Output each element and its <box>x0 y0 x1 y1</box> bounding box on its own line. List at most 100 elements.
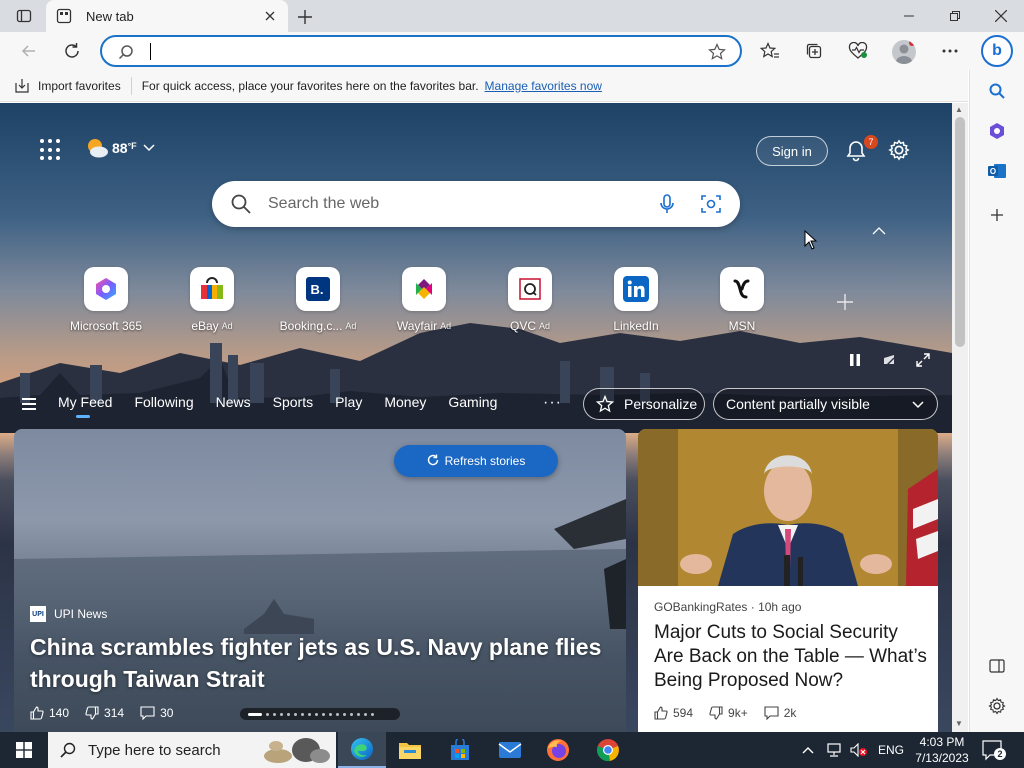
dislike-button[interactable]: 9k+ <box>709 706 748 720</box>
tab-close-icon[interactable] <box>262 8 278 24</box>
comment-button[interactable]: 30 <box>140 706 173 720</box>
taskbar-file-explorer[interactable] <box>386 732 434 768</box>
settings-more-button[interactable] <box>935 37 965 65</box>
taskbar-clock[interactable]: 4:03 PM 7/13/2023 <box>910 734 974 766</box>
sidebar-microsoft365-button[interactable] <box>984 118 1010 144</box>
sparkle-pencil-icon <box>596 395 614 413</box>
import-favorites-button[interactable]: Import favorites <box>14 78 121 94</box>
hamburger-menu-icon[interactable] <box>22 398 36 413</box>
feed-tab-news[interactable]: News <box>216 394 251 418</box>
thumbs-down-icon <box>85 706 99 720</box>
sign-in-button[interactable]: Sign in <box>756 136 828 166</box>
scroll-down-icon[interactable]: ▼ <box>955 719 963 728</box>
quick-link-linkedin[interactable]: LinkedIn <box>583 267 689 333</box>
ad-label: Ad <box>345 321 357 331</box>
sidebar-outlook-button[interactable]: O <box>984 158 1010 184</box>
quick-link-microsoft-365[interactable]: Microsoft 365 <box>53 267 159 333</box>
system-tray: ENG <box>802 732 904 768</box>
scrollbar-thumb[interactable] <box>955 117 965 347</box>
pause-background-button[interactable] <box>845 352 865 368</box>
quick-link-ebay[interactable]: eBay Ad <box>159 267 265 333</box>
like-button[interactable]: 594 <box>654 706 693 720</box>
feed-tab-gaming[interactable]: Gaming <box>448 394 497 418</box>
feed-tab-money[interactable]: Money <box>384 394 426 418</box>
profile-avatar[interactable] <box>892 40 916 64</box>
more-horizontal-icon <box>942 49 958 53</box>
network-icon[interactable] <box>826 743 842 757</box>
back-button[interactable] <box>14 37 44 65</box>
tab-actions-button[interactable] <box>10 6 38 26</box>
web-search-input[interactable] <box>268 193 628 215</box>
address-input[interactable] <box>148 41 688 61</box>
action-center-button[interactable]: 2 <box>980 738 1006 762</box>
input-language[interactable]: ENG <box>878 743 904 757</box>
minimize-button[interactable] <box>886 0 932 32</box>
feed-tab-following[interactable]: Following <box>134 394 193 418</box>
microphone-icon[interactable] <box>656 193 678 215</box>
taskbar-chrome[interactable] <box>584 732 632 768</box>
add-quick-link-icon[interactable] <box>836 293 854 311</box>
windows-taskbar: Type here to search ENG 4:03 PM 7/13/202… <box>0 732 1024 768</box>
tab-new-tab[interactable]: New tab <box>46 0 288 32</box>
page-settings-button[interactable] <box>888 139 912 163</box>
manage-favorites-link[interactable]: Manage favorites now <box>485 79 602 93</box>
visual-search-icon[interactable] <box>700 193 722 215</box>
web-search-box[interactable] <box>212 181 740 227</box>
scroll-up-icon[interactable]: ▲ <box>955 105 963 114</box>
thumbs-up-icon <box>30 706 44 720</box>
restore-button[interactable] <box>932 0 978 32</box>
feed-tab-play[interactable]: Play <box>335 394 362 418</box>
collections-button[interactable] <box>799 37 829 65</box>
taskbar-firefox[interactable] <box>534 732 582 768</box>
taskbar-search-box[interactable]: Type here to search <box>48 732 336 768</box>
taskbar-mail[interactable] <box>486 732 534 768</box>
chevron-up-icon[interactable] <box>802 746 814 754</box>
sidebar-add-button[interactable] <box>984 202 1010 228</box>
volume-muted-icon[interactable] <box>850 743 868 757</box>
bing-copilot-button[interactable]: b <box>981 35 1013 67</box>
expand-background-button[interactable] <box>913 352 933 368</box>
like-button[interactable]: 140 <box>30 706 69 720</box>
close-window-button[interactable] <box>978 0 1024 32</box>
start-button[interactable] <box>0 732 48 768</box>
add-favorite-star-icon[interactable] <box>708 43 726 61</box>
taskbar-edge[interactable] <box>338 732 386 768</box>
address-bar[interactable] <box>100 35 742 67</box>
content-visibility-dropdown[interactable]: Content partially visible <box>713 388 938 420</box>
taskbar-microsoft-store[interactable] <box>436 732 484 768</box>
sidebar-settings-button[interactable] <box>984 693 1010 719</box>
page-scrollbar[interactable]: ▲ ▼ <box>952 103 968 732</box>
notifications-button[interactable]: 7 <box>844 135 878 163</box>
windows-logo-icon <box>16 742 32 758</box>
quick-link-msn[interactable]: MSN <box>689 267 795 333</box>
story-headline[interactable]: China scrambles fighter jets as U.S. Nav… <box>30 631 610 695</box>
sidebar-search-button[interactable] <box>984 78 1010 104</box>
feed-tab-my-feed[interactable]: My Feed <box>58 394 112 418</box>
carousel-pager[interactable] <box>240 708 400 720</box>
quick-link-booking[interactable]: B. Booking.c... Ad <box>265 267 371 333</box>
app-launcher-button[interactable] <box>40 139 62 161</box>
weather-widget[interactable]: 88 °F <box>84 137 155 159</box>
quick-link-qvc[interactable]: QVC Ad <box>477 267 583 333</box>
personalize-button[interactable]: Personalize <box>583 388 705 420</box>
feed-tab-sports[interactable]: Sports <box>273 394 313 418</box>
pause-icon <box>850 354 860 366</box>
refresh-button[interactable] <box>57 37 87 65</box>
refresh-stories-button[interactable]: Refresh stories <box>394 445 558 477</box>
edit-background-button[interactable] <box>879 352 899 368</box>
side-story-card[interactable]: GOBankingRates · 10h ago Major Cuts to S… <box>638 429 938 732</box>
favorites-button[interactable] <box>755 37 785 65</box>
comment-button[interactable]: 2k <box>764 706 796 720</box>
new-tab-button[interactable] <box>294 6 316 28</box>
more-tabs-button[interactable]: ··· <box>543 394 562 412</box>
microsoft-365-icon <box>96 278 116 300</box>
quick-link-wayfair[interactable]: Wayfair Ad <box>371 267 477 333</box>
hero-story-card[interactable]: Refresh stories UPI UPI News China scram… <box>14 429 626 732</box>
dislike-button[interactable]: 314 <box>85 706 124 720</box>
story-headline[interactable]: Major Cuts to Social Security Are Back o… <box>654 621 929 693</box>
like-count: 594 <box>673 706 694 720</box>
browser-essentials-button[interactable] <box>843 37 873 65</box>
chevron-up-icon[interactable] <box>872 227 886 235</box>
chrome-icon <box>597 739 619 762</box>
sidebar-hide-button[interactable] <box>984 653 1010 679</box>
